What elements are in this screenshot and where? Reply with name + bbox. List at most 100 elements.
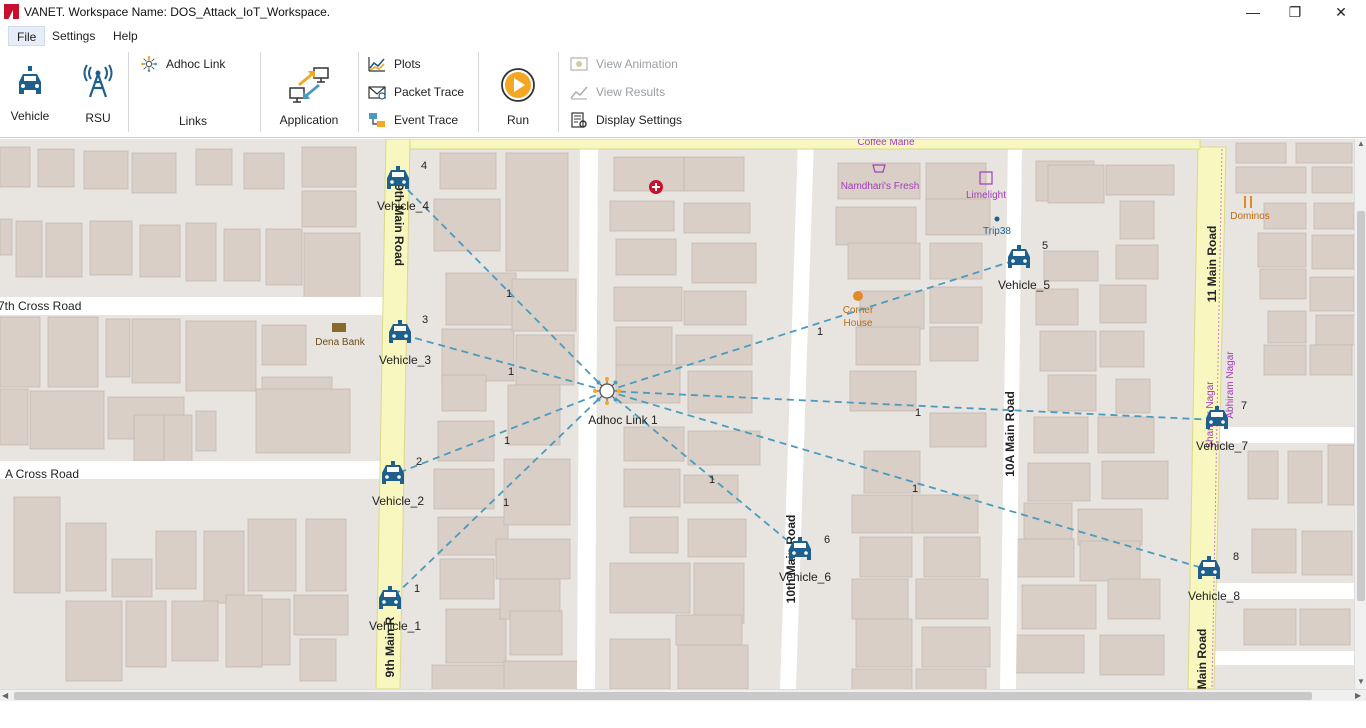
application-button[interactable]: Application [272,66,346,127]
building [0,388,29,446]
building [1039,330,1097,372]
adhoc-link-label: Adhoc Link [166,57,226,71]
building [1099,284,1147,324]
map-canvas[interactable]: 9th Main Road 9th Main R 7th Cross Road … [0,139,1354,689]
building [1023,502,1073,540]
building [439,558,495,600]
building [431,664,509,689]
building [507,384,561,446]
status-area [0,701,1366,728]
run-button[interactable]: Run [496,66,540,127]
display-settings-label: Display Settings [596,113,683,127]
link-label: 1 [506,288,512,300]
building [1263,202,1307,230]
building [1105,164,1175,196]
adhoc-link-button[interactable]: Adhoc Link [140,54,250,74]
scroll-right-icon[interactable]: ▶ [1355,691,1361,700]
restore-button[interactable]: ❐ [1272,0,1318,24]
building [677,644,749,689]
building [623,426,685,462]
road-10th-main [780,139,814,689]
event-trace-button[interactable]: Event Trace [368,110,468,130]
run-label: Run [506,113,529,127]
building [1047,374,1097,412]
application-label: Application [279,113,339,127]
building [923,536,981,578]
rsu-button[interactable]: RSU [78,64,118,125]
poi-corner-house-2: House [844,318,873,329]
building [65,522,107,592]
menu-bar: File Settings Help [0,24,1366,46]
view-animation-button[interactable]: View Animation [570,54,700,74]
building [185,222,217,282]
building [609,200,675,232]
building [1295,142,1353,164]
plots-icon [368,57,385,72]
menu-settings[interactable]: Settings [44,26,103,46]
packet-trace-button[interactable]: Packet Trace [368,82,468,102]
scroll-left-icon[interactable]: ◀ [2,691,8,700]
vehicle-id: 4 [421,160,427,172]
vertical-scrollbar[interactable]: ▲ ▼ [1354,139,1366,689]
vehicle-label: Vehicle_7 [1196,439,1248,453]
vehicle-button[interactable]: Vehicle [8,64,52,123]
vehicle-node[interactable]: 5 Vehicle_5 [998,240,1050,292]
building [687,370,753,414]
hospital-icon [649,180,663,194]
adhoc-link-line [392,390,608,476]
building [1097,416,1155,454]
building [505,152,569,272]
building [687,430,761,466]
building [1251,528,1297,574]
building [1327,444,1354,506]
horizontal-scroll-thumb[interactable] [14,692,1312,700]
menu-help[interactable]: Help [105,26,146,46]
building [615,238,677,276]
scroll-down-icon[interactable]: ▼ [1357,677,1365,686]
building [1077,508,1143,546]
scroll-up-icon[interactable]: ▲ [1357,139,1365,148]
building [1107,578,1161,620]
building [445,608,507,664]
display-settings-button[interactable]: Display Settings [570,110,700,130]
building [1263,344,1307,376]
building [255,388,351,454]
building [155,530,197,590]
building [203,530,245,604]
building [1299,608,1351,646]
building [301,190,357,228]
play-icon [501,68,535,102]
packet-trace-icon [368,86,386,100]
building [495,538,571,580]
link-label: 1 [912,483,918,495]
street-label-9th-main: 9th Main Road [392,184,406,266]
street-label-10a-main: 10A Main Road [1003,391,1017,477]
view-animation-label: View Animation [596,57,678,71]
building [305,518,347,592]
menu-file[interactable]: File [8,26,46,46]
building [13,496,61,594]
plots-button[interactable]: Plots [368,54,468,74]
building [1311,234,1354,270]
adhoc-link-node-icon[interactable] [593,377,621,405]
vertical-scroll-thumb[interactable] [1357,211,1365,601]
vehicle-label: Vehicle_3 [379,353,431,367]
building [675,614,743,646]
minimize-button[interactable]: — [1230,0,1276,24]
building [303,232,361,300]
horizontal-scrollbar[interactable]: ◀ ▶ [0,689,1366,701]
view-results-button[interactable]: View Results [570,82,700,102]
network-map[interactable]: 9th Main Road 9th Main R 7th Cross Road … [0,139,1354,689]
building [1021,584,1097,630]
building [15,220,43,278]
ribbon-toolbar: Vehicle RSU Adhoc Link Links Application [0,46,1366,138]
building [1313,202,1354,230]
poi-coffee-mane: Coffee Mane [857,139,915,148]
building [503,458,571,526]
building [89,220,133,276]
vehicle-id: 7 [1241,400,1247,412]
close-button[interactable]: ✕ [1318,0,1364,24]
rsu-label: RSU [85,111,111,125]
building [683,290,747,326]
building [1235,142,1287,164]
